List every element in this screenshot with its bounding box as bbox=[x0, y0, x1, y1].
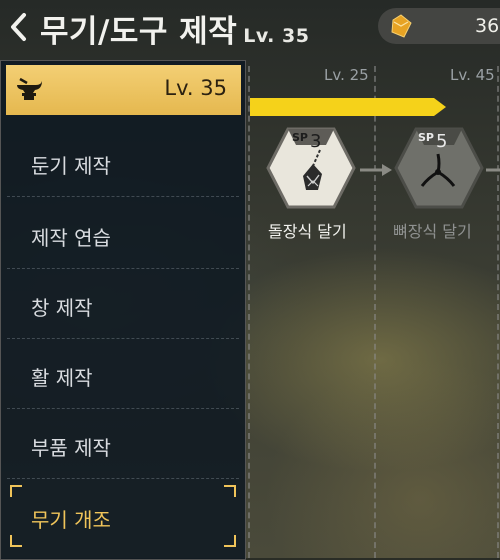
menu-item-craft-practice[interactable]: 제작 연습 bbox=[7, 200, 239, 269]
skill-name: 뼈장식 달기 bbox=[393, 222, 472, 241]
menu-item-label: 활 제작 bbox=[31, 366, 93, 390]
column-divider bbox=[374, 66, 376, 558]
chevron-left-icon[interactable] bbox=[8, 12, 30, 42]
progress-bar bbox=[250, 98, 446, 116]
gem-icon bbox=[391, 14, 412, 38]
menu-item-spear[interactable]: 창 제작 bbox=[7, 270, 239, 339]
menu-item-label: 제작 연습 bbox=[31, 226, 111, 250]
menu-item-label: 무기 개조 bbox=[31, 508, 111, 532]
stone-pendant-icon bbox=[303, 149, 322, 190]
column-level-45: Lv. 45 bbox=[450, 66, 495, 84]
page-title-text: 무기/도구 제작 bbox=[40, 14, 238, 50]
bone-ornament-icon bbox=[420, 153, 456, 187]
selection-corner bbox=[10, 535, 22, 547]
selection-corner bbox=[224, 535, 236, 547]
page-title: 무기/도구 제작 Lv. 35 bbox=[40, 6, 309, 51]
skill-name: 돌장식 달기 bbox=[268, 222, 347, 241]
header: 무기/도구 제작 Lv. 35 36 bbox=[0, 0, 500, 56]
category-panel: Lv. 35 둔기 제작 제작 연습 창 제작 활 제작 부품 제작 무기 개조 bbox=[0, 60, 246, 560]
column-level-25: Lv. 25 bbox=[324, 66, 369, 84]
column-divider bbox=[248, 66, 250, 558]
menu-item-weapon-mod[interactable]: 무기 개조 bbox=[7, 482, 239, 550]
menu-item-parts[interactable]: 부품 제작 bbox=[7, 410, 239, 479]
arrow-right-icon bbox=[486, 168, 500, 172]
menu-item-blunt-weapon[interactable]: 둔기 제작 bbox=[7, 128, 239, 197]
arrow-right-icon bbox=[360, 164, 392, 176]
sp-cost-badge: SP 5 bbox=[418, 131, 448, 152]
menu-item-label: 둔기 제작 bbox=[31, 154, 111, 178]
menu-item-bow[interactable]: 활 제작 bbox=[7, 340, 239, 409]
currency-display[interactable]: 36 bbox=[378, 8, 500, 44]
craft-level-bar: Lv. 35 bbox=[6, 65, 241, 115]
title-level: Lv. 35 bbox=[243, 25, 310, 47]
menu-item-label: 창 제작 bbox=[31, 296, 93, 320]
anvil-icon bbox=[17, 77, 42, 100]
selection-corner bbox=[224, 485, 236, 497]
craft-level: Lv. 35 bbox=[164, 76, 227, 100]
menu-item-label: 부품 제작 bbox=[31, 436, 111, 460]
column-divider bbox=[497, 66, 499, 558]
selection-corner bbox=[10, 485, 22, 497]
currency-value: 36 bbox=[475, 15, 500, 37]
